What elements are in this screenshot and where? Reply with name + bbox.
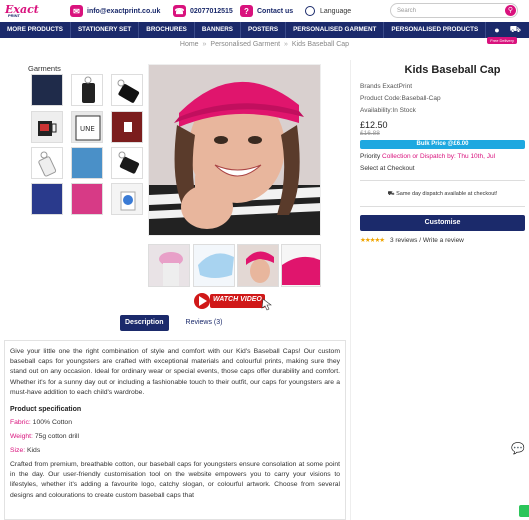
star-rating-icon: ★★★★★ — [360, 237, 385, 244]
product-old-price: £16.88 — [360, 130, 380, 137]
spec-fabric-label: Fabric: — [10, 419, 31, 427]
reviews-link[interactable]: 3 reviews / Write a review — [390, 237, 464, 244]
priority-label: Priority — [360, 153, 381, 160]
spec-fabric-value: 100% Cotton — [32, 419, 72, 427]
thumb-tshirt-pink[interactable] — [71, 183, 103, 215]
thumb-polo-navy[interactable] — [31, 74, 63, 106]
mail-icon: ✉ — [70, 5, 83, 17]
gallery-category: Garments — [28, 64, 61, 73]
breadcrumb-sep: » — [284, 41, 288, 48]
product-brand: Brands ExactPrint — [360, 83, 413, 90]
rating: ★★★★★ 3 reviews / Write a review — [360, 236, 525, 244]
priority-value: Collection or Dispatch by: Thu 10th, Jul — [382, 153, 496, 160]
spec-size: Size: Kids — [10, 446, 340, 455]
thumb-keyring-2[interactable] — [111, 74, 143, 106]
nav-personalised-products[interactable]: PERSONALISED PRODUCTS — [384, 22, 487, 38]
language-selector[interactable]: Language — [305, 4, 351, 18]
thumb-hoodie-blue[interactable] — [71, 147, 103, 179]
product-code: Product Code:Baseball-Cap — [360, 95, 441, 102]
globe-icon — [305, 6, 315, 16]
thumb-tshirt-print[interactable] — [111, 183, 143, 215]
nav-banners[interactable]: BANNERS — [195, 22, 242, 38]
nav-more-products[interactable]: MORE PRODUCTS — [0, 22, 71, 38]
thumb-mug[interactable] — [31, 111, 63, 143]
breadcrumb-garment[interactable]: Personalised Garment — [210, 41, 280, 48]
product-availability: Availability:In Stock — [360, 107, 416, 114]
watch-video-button[interactable]: WATCH VIDEO — [193, 291, 277, 311]
top-bar: Exact PRINT ✉ info@exactprint.co.uk ☎ 02… — [0, 0, 529, 22]
logo-sub: PRINT — [8, 13, 20, 18]
nav-personalised-garment[interactable]: PERSONALISED GARMENT — [286, 22, 385, 38]
gallery-strip-2[interactable] — [193, 244, 235, 287]
watch-video-label: WATCH VIDEO — [213, 296, 262, 303]
contact-link[interactable]: ? Contact us — [240, 4, 293, 18]
tab-reviews[interactable]: Reviews (3) — [181, 315, 228, 331]
search-icon[interactable]: ⚲ — [505, 5, 516, 16]
priority-line: Priority Collection or Dispatch by: Thu … — [360, 153, 525, 160]
spec-weight-value: 75g cotton drill — [34, 433, 80, 441]
breadcrumb-current: Kids Baseball Cap — [291, 41, 350, 48]
cart-icon[interactable]: ⛟ — [510, 24, 521, 36]
contact-text: Contact us — [257, 7, 294, 15]
nav-stationery-set[interactable]: STATIONERY SET — [71, 22, 140, 38]
spec-weight-label: Weight: — [10, 433, 33, 441]
logo[interactable]: Exact PRINT — [5, 3, 45, 19]
email-text: info@exactprint.co.uk — [87, 7, 161, 15]
gallery-strip-4[interactable] — [281, 244, 321, 287]
description-more: Crafted from premium, breathable cotton,… — [10, 461, 340, 499]
phone-link[interactable]: ☎ 02077012515 — [173, 4, 233, 18]
gallery-strip-1[interactable] — [148, 244, 190, 287]
breadcrumb-home[interactable]: Home — [180, 41, 199, 48]
thumb-tshirt-maroon[interactable] — [111, 111, 143, 143]
spec-weight: Weight: 75g cotton drill — [10, 432, 340, 441]
description-panel: Give your little one the right combinati… — [4, 340, 346, 520]
dispatch-note: ⛟ Same day dispatch available at checkou… — [360, 191, 525, 207]
thumb-bag[interactable] — [31, 147, 63, 179]
description-intro: Give your little one the right combinati… — [10, 348, 340, 396]
main-nav: MORE PRODUCTS STATIONERY SET BROCHURES B… — [0, 22, 529, 38]
truck-icon: ⛟ — [387, 191, 397, 197]
thumb-keyring-3[interactable] — [111, 147, 143, 179]
bulk-price-banner: Bulk Price @£6.00 — [360, 140, 525, 149]
product-price: £12.50 — [360, 120, 388, 130]
whatsapp-icon[interactable] — [519, 505, 529, 517]
select-checkout: Select at Checkout — [360, 165, 525, 181]
phone-text: 02077012515 — [190, 7, 233, 15]
breadcrumb: Home » Personalised Garment » Kids Baseb… — [0, 41, 529, 48]
tab-description[interactable]: Description — [120, 315, 169, 331]
customise-button[interactable]: Customise — [360, 215, 525, 231]
nav-posters[interactable]: POSTERS — [241, 22, 287, 38]
language-text: Language — [320, 7, 352, 15]
product-info: Kids Baseball Cap Brands ExactPrint Prod… — [360, 64, 525, 244]
spec-heading: Product specification — [10, 406, 82, 414]
nav-brochures[interactable]: BROCHURES — [139, 22, 195, 38]
breadcrumb-sep: » — [202, 41, 207, 48]
product-title: Kids Baseball Cap — [404, 64, 501, 76]
thumb-keyring[interactable] — [71, 74, 103, 106]
divider — [350, 60, 351, 520]
user-icon[interactable]: ● — [494, 25, 499, 35]
dispatch-text: Same day dispatch available at checkout! — [396, 191, 498, 197]
gallery-strip-3[interactable] — [237, 244, 279, 287]
product-tabs: Description Reviews (3) — [120, 315, 227, 331]
search-placeholder: Search — [397, 8, 417, 14]
email-link[interactable]: ✉ info@exactprint.co.uk — [70, 4, 160, 18]
phone-icon: ☎ — [173, 5, 186, 17]
spec-size-value: Kids — [27, 447, 41, 455]
thumb-jacket-blue[interactable] — [31, 183, 63, 215]
chat-icon[interactable]: 💬 — [511, 442, 525, 456]
spec-size-label: Size: — [10, 447, 26, 455]
search-input[interactable]: Search ⚲ — [390, 3, 518, 18]
main-product-image[interactable] — [148, 64, 321, 236]
thumb-cushion[interactable]: UNE — [71, 111, 103, 143]
svg-text:UNE: UNE — [80, 125, 95, 133]
spec-fabric: Fabric: 100% Cotton — [10, 418, 340, 427]
question-icon: ? — [240, 5, 253, 17]
